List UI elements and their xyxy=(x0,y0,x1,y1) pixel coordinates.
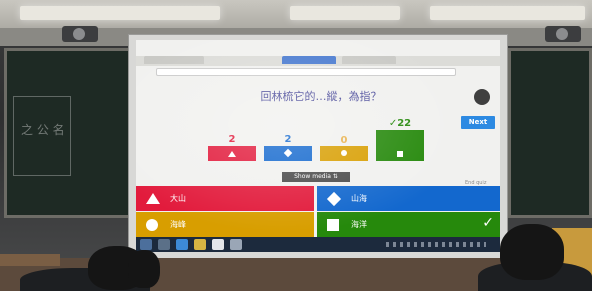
result-bar-red xyxy=(208,146,256,161)
ceiling-light xyxy=(430,6,585,20)
result-bar-yellow xyxy=(320,146,368,161)
square-icon xyxy=(397,151,403,157)
desk xyxy=(0,254,60,266)
ie-icon[interactable] xyxy=(176,239,188,250)
result-count-green: ✓22 xyxy=(388,118,412,129)
answer-text: 海洋 xyxy=(351,220,367,229)
browser-tab[interactable] xyxy=(144,56,204,64)
answer-text: 海峰 xyxy=(170,220,186,229)
answer-yellow[interactable]: 海峰 xyxy=(136,212,314,237)
diamond-icon xyxy=(283,148,293,158)
check-icon: ✓ xyxy=(482,215,494,231)
square-icon xyxy=(327,219,339,231)
result-count-yellow: 0 xyxy=(340,135,348,146)
question-title: 回林梳它的…縱，為指？ xyxy=(260,90,382,103)
ceiling-light xyxy=(20,6,220,20)
result-count-red: 2 xyxy=(228,134,236,145)
chalk-writing: 之 公 名 xyxy=(21,123,65,137)
answer-text: 大山 xyxy=(170,194,186,203)
diamond-icon xyxy=(326,191,342,207)
chalkboard-right xyxy=(508,48,592,218)
system-tray[interactable] xyxy=(386,242,486,247)
result-bar-blue xyxy=(264,146,312,161)
result-bar-green xyxy=(376,130,424,161)
next-button[interactable]: Next xyxy=(461,116,495,129)
circle-icon xyxy=(146,219,158,231)
student-head xyxy=(500,224,564,280)
show-media-button[interactable]: Show media ⇅ xyxy=(282,172,350,182)
speaker xyxy=(545,26,581,42)
explorer-icon[interactable] xyxy=(158,239,170,250)
address-bar[interactable] xyxy=(156,68,456,76)
answer-blue[interactable]: 山海 xyxy=(317,186,500,211)
speaker xyxy=(62,26,98,42)
app-icon[interactable] xyxy=(230,239,242,250)
chrome-icon[interactable] xyxy=(212,239,224,250)
triangle-icon xyxy=(146,193,160,204)
triangle-icon xyxy=(228,151,236,157)
answer-green[interactable]: 海洋 ✓ xyxy=(317,212,500,237)
circle-icon xyxy=(341,150,347,156)
answer-red[interactable]: 大山 xyxy=(136,186,314,211)
timer-icon xyxy=(474,89,490,105)
folder-icon[interactable] xyxy=(194,239,206,250)
result-count-blue: 2 xyxy=(284,134,292,145)
browser-tab[interactable] xyxy=(342,56,396,64)
start-icon[interactable] xyxy=(140,239,152,250)
projected-screen: 回林梳它的…縱，為指？ Next 2 2 0 ✓22 Show media ⇅ … xyxy=(136,40,500,252)
answer-text: 山海 xyxy=(351,194,367,203)
browser-tab-active[interactable] xyxy=(282,56,336,64)
chalkboard-left: 之 公 名 xyxy=(4,48,134,218)
student-head xyxy=(128,250,160,288)
classroom-photo: 之 公 名 回林梳它的…縱，為指？ Next 2 2 0 ✓22 Show me… xyxy=(0,0,592,291)
ceiling-light xyxy=(290,6,400,20)
